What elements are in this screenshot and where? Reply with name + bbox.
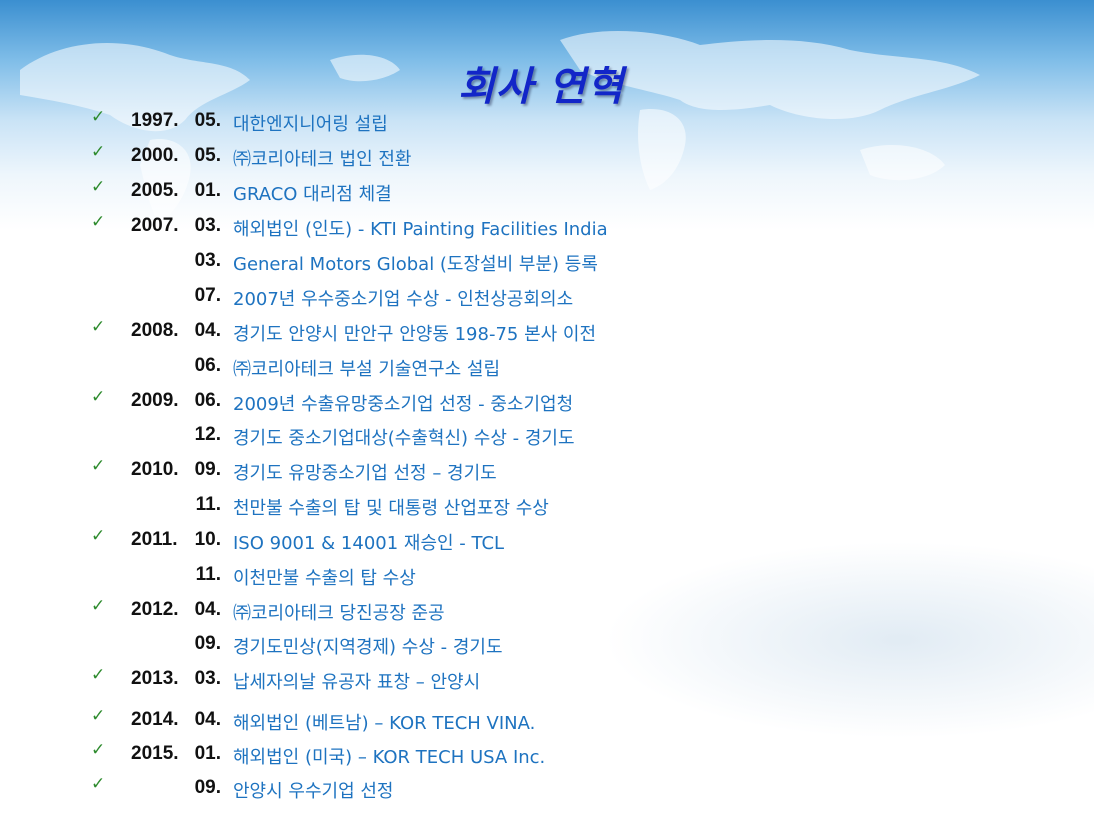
entry-month: 11. (195, 564, 221, 585)
entry-year: 2008. (131, 320, 179, 341)
checkmark-icon: ✓ (91, 706, 106, 726)
entry-month: 01. (194, 180, 221, 201)
entry-description: 경기도 안양시 만안구 안양동 198-75 본사 이전 (233, 324, 597, 345)
entry-month: 09. (194, 459, 221, 480)
history-entry: ✓ 2013. 03. 납세자의날 유공자 표창 – 안양시 (0, 665, 1094, 694)
checkmark-icon: ✓ (91, 107, 106, 127)
entry-month: 01. (194, 743, 221, 764)
entry-month: 07. (194, 285, 221, 306)
entry-month: 06. (194, 390, 221, 411)
entry-month: 09. (194, 633, 221, 654)
entry-month: 04. (194, 599, 221, 620)
entry-description: 안양시 우수기업 선정 (233, 781, 394, 802)
checkmark-icon: ✓ (91, 387, 106, 407)
entry-description: 대한엔지니어링 설립 (233, 114, 388, 135)
entry-month: 03. (194, 250, 221, 271)
checkmark-icon: ✓ (91, 596, 106, 616)
history-entry: 12. 경기도 중소기업대상(수출혁신) 수상 - 경기도 (0, 424, 1094, 450)
entry-description: 이천만불 수출의 탑 수상 (233, 568, 416, 589)
entry-description: 해외법인 (베트남) – KOR TECH VINA. (233, 713, 536, 734)
entry-month: 04. (194, 320, 221, 341)
checkmark-icon: ✓ (91, 177, 106, 197)
entry-description: General Motors Global (도장설비 부분) 등록 (233, 254, 598, 275)
history-entry: 03. General Motors Global (도장설비 부분) 등록 (0, 250, 1094, 276)
entry-description: 납세자의날 유공자 표창 – 안양시 (233, 672, 481, 693)
checkmark-icon: ✓ (91, 456, 106, 476)
entry-month: 05. (194, 145, 221, 166)
entry-year: 1997. (131, 110, 179, 131)
history-entry: ✓ 2011. 10. ISO 9001 & 14001 재승인 - TCL (0, 526, 1094, 555)
history-entry: ✓ 2010. 09. 경기도 유망중소기업 선정 – 경기도 (0, 456, 1094, 485)
entry-description: 천만불 수출의 탑 및 대통령 산업포장 수상 (233, 498, 549, 519)
entry-month: 06. (194, 355, 221, 376)
entry-description: 2009년 수출유망중소기업 선정 - 중소기업청 (233, 394, 574, 415)
checkmark-icon: ✓ (91, 142, 106, 162)
entry-year: 2014. (131, 709, 179, 730)
history-entry: ✓ 2007. 03. 해외법인 (인도) - KTI Painting Facili… (0, 212, 1094, 241)
entry-description: ㈜코리아테크 법인 전환 (233, 149, 412, 170)
entry-description: 경기도 중소기업대상(수출혁신) 수상 - 경기도 (233, 428, 575, 449)
history-entry: ✓ 2000. 05. ㈜코리아테크 법인 전환 (0, 142, 1094, 171)
entry-month: 09. (194, 777, 221, 798)
entry-year: 2007. (131, 215, 179, 236)
entry-description: 경기도민상(지역경제) 수상 - 경기도 (233, 637, 503, 658)
history-entry: ✓ 2014. 04. 해외법인 (베트남) – KOR TECH VINA. (0, 706, 1094, 735)
entry-year: 2011. (131, 529, 178, 550)
entry-description: 해외법인 (인도) - KTI Painting Facilities Indi… (233, 219, 608, 240)
history-entry: 09. 경기도민상(지역경제) 수상 - 경기도 (0, 633, 1094, 659)
history-entry: 06. ㈜코리아테크 부설 기술연구소 설립 (0, 355, 1094, 381)
entry-month: 05. (194, 110, 221, 131)
entry-month: 12. (194, 424, 221, 445)
history-entry: ✓ 1997. 05. 대한엔지니어링 설립 (0, 107, 1094, 136)
history-entry: ✓ 2012. 04. ㈜코리아테크 당진공장 준공 (0, 596, 1094, 625)
company-history-list: ✓ 1997. 05. 대한엔지니어링 설립 ✓ 2000. 05. ㈜코리아테크 법인 전환… (0, 0, 1094, 816)
entry-year: 2010. (131, 459, 179, 480)
entry-description: 2007년 우수중소기업 수상 - 인천상공회의소 (233, 289, 574, 310)
entry-description: 경기도 유망중소기업 선정 – 경기도 (233, 463, 497, 484)
checkmark-icon: ✓ (91, 212, 106, 232)
entry-year: 2013. (131, 668, 179, 689)
entry-month: 03. (194, 215, 221, 236)
checkmark-icon: ✓ (91, 665, 106, 685)
checkmark-icon: ✓ (91, 526, 106, 546)
entry-month: 04. (194, 709, 221, 730)
history-entry: ✓ 2005. 01. GRACO 대리점 체결 (0, 177, 1094, 206)
checkmark-icon: ✓ (91, 774, 106, 794)
entry-year: 2009. (131, 390, 179, 411)
entry-description: ㈜코리아테크 부설 기술연구소 설립 (233, 359, 501, 380)
entry-month: 10. (194, 529, 221, 550)
entry-year: 2000. (131, 145, 179, 166)
checkmark-icon: ✓ (91, 740, 106, 760)
entry-year: 2015. (131, 743, 179, 764)
entry-year: 2012. (131, 599, 179, 620)
history-entry: 07. 2007년 우수중소기업 수상 - 인천상공회의소 (0, 285, 1094, 311)
entry-month: 03. (194, 668, 221, 689)
entry-description: GRACO 대리점 체결 (233, 184, 392, 205)
history-entry: ✓ 2009. 06. 2009년 수출유망중소기업 선정 - 중소기업청 (0, 387, 1094, 416)
entry-year: 2005. (131, 180, 179, 201)
history-entry: ✓ 2008. 04. 경기도 안양시 만안구 안양동 198-75 본사 이전 (0, 317, 1094, 346)
history-entry: ✓ 2015. 01. 해외법인 (미국) – KOR TECH USA Inc. (0, 740, 1094, 769)
entry-description: 해외법인 (미국) – KOR TECH USA Inc. (233, 747, 546, 768)
history-entry: 11. 이천만불 수출의 탑 수상 (0, 564, 1094, 590)
history-entry: ✓ 09. 안양시 우수기업 선정 (0, 774, 1094, 803)
entry-description: ISO 9001 & 14001 재승인 - TCL (233, 533, 505, 554)
checkmark-icon: ✓ (91, 317, 106, 337)
history-entry: 11. 천만불 수출의 탑 및 대통령 산업포장 수상 (0, 494, 1094, 520)
entry-description: ㈜코리아테크 당진공장 준공 (233, 603, 445, 624)
entry-month: 11. (195, 494, 221, 515)
